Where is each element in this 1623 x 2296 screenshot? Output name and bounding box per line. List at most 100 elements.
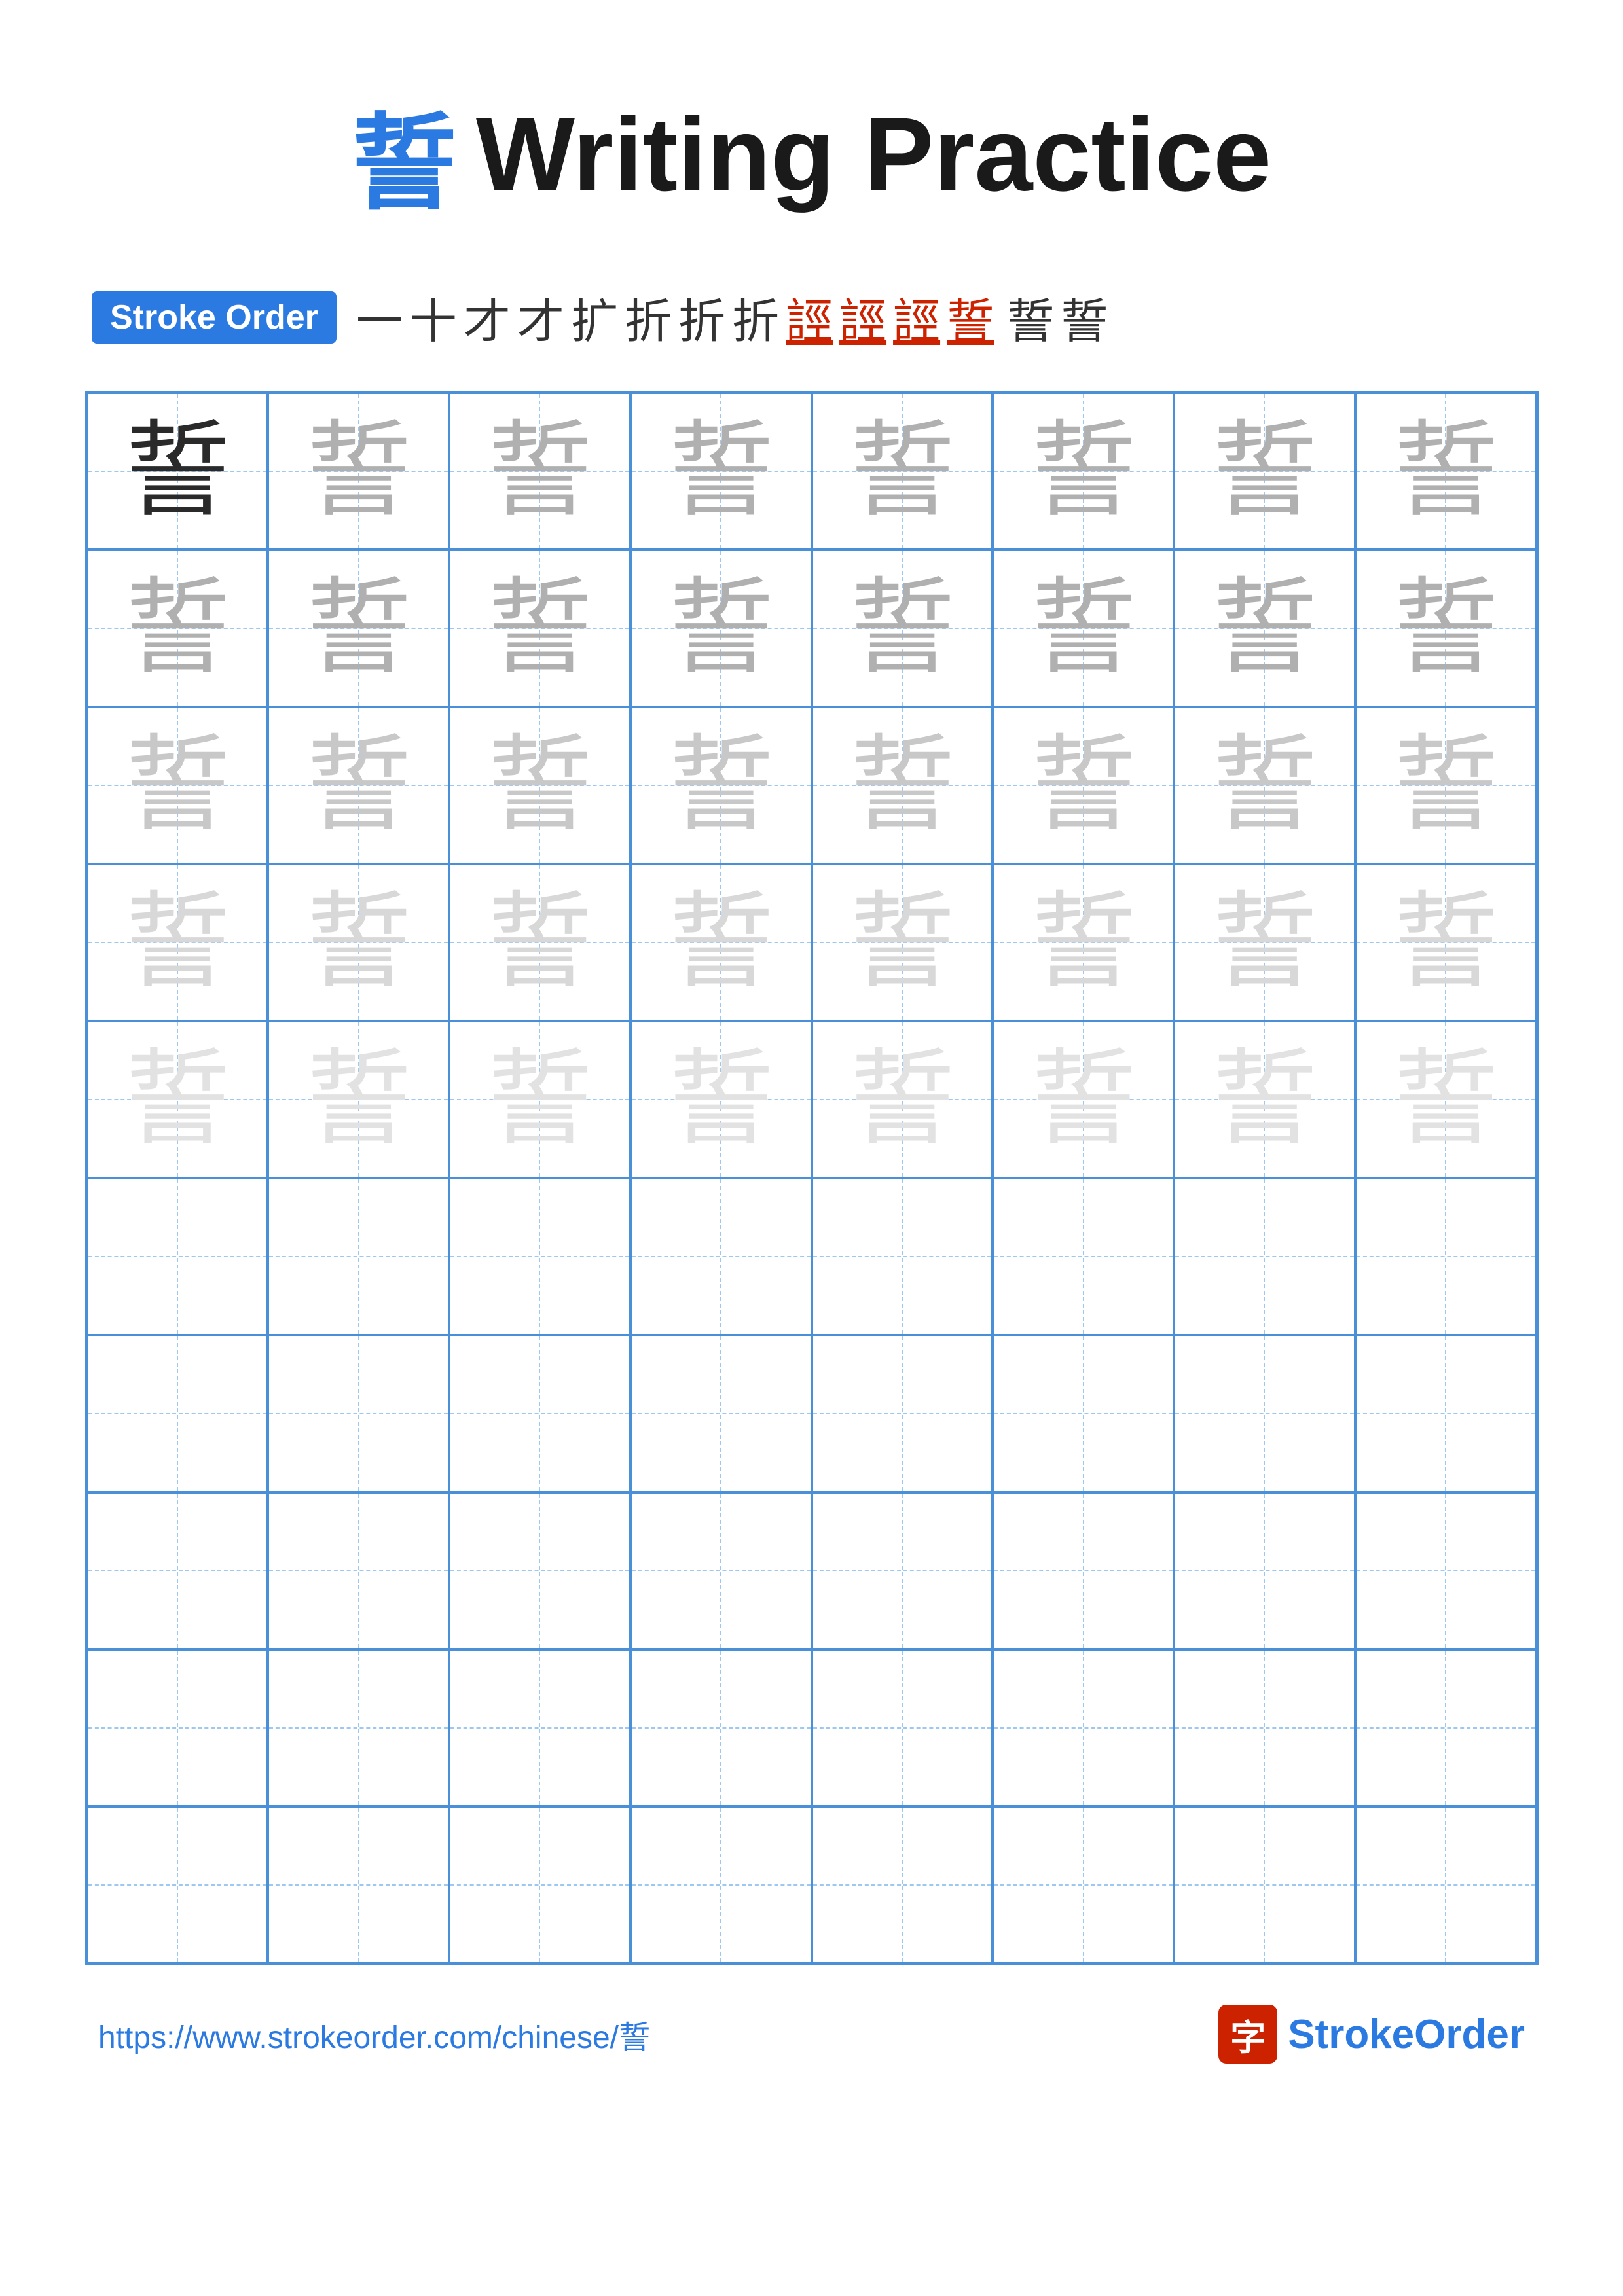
stroke-14: 誓 (1061, 283, 1108, 351)
grid-cell-r5c7: 誓 (1174, 1021, 1355, 1178)
grid-cell-r1c7: 誓 (1174, 393, 1355, 550)
footer-url[interactable]: https://www.strokeorder.com/chinese/誓 (98, 2011, 650, 2057)
char-r4c2: 誓 (306, 890, 411, 995)
grid-cell-r1c6: 誓 (993, 393, 1174, 550)
char-r5c7: 誓 (1212, 1047, 1317, 1152)
char-r3c4: 誓 (668, 733, 773, 838)
stroke-1: 一 (356, 283, 403, 351)
grid-cell-r6c5[interactable] (812, 1178, 993, 1335)
grid-cell-r9c1[interactable] (87, 1649, 268, 1806)
grid-cell-r3c4: 誓 (630, 707, 812, 864)
char-r2c4: 誓 (668, 576, 773, 681)
grid-cell-r8c7[interactable] (1174, 1492, 1355, 1649)
grid-cell-r10c5[interactable] (812, 1806, 993, 1964)
grid-cell-r7c1[interactable] (87, 1335, 268, 1492)
grid-cell-r10c6[interactable] (993, 1806, 1174, 1964)
grid-cell-r10c7[interactable] (1174, 1806, 1355, 1964)
grid-cell-r9c7[interactable] (1174, 1649, 1355, 1806)
char-r3c1: 誓 (125, 733, 230, 838)
grid-cell-r8c8[interactable] (1355, 1492, 1537, 1649)
grid-cell-r7c6[interactable] (993, 1335, 1174, 1492)
char-r4c8: 誓 (1393, 890, 1498, 995)
grid-cell-r3c3: 誓 (449, 707, 630, 864)
char-r2c1: 誓 (125, 576, 230, 681)
char-r5c5: 誓 (850, 1047, 955, 1152)
grid-cell-r8c2[interactable] (268, 1492, 449, 1649)
footer-brand: 字 StrokeOrder (1218, 2005, 1525, 2064)
grid-cell-r9c3[interactable] (449, 1649, 630, 1806)
char-r3c5: 誓 (850, 733, 955, 838)
grid-cell-r2c8: 誓 (1355, 550, 1537, 707)
grid-cell-r7c4[interactable] (630, 1335, 812, 1492)
char-r1c6: 誓 (1031, 419, 1136, 524)
grid-cell-r4c2: 誓 (268, 864, 449, 1021)
grid-cell-r7c3[interactable] (449, 1335, 630, 1492)
grid-cell-r8c6[interactable] (993, 1492, 1174, 1649)
char-r5c4: 誓 (668, 1047, 773, 1152)
grid-cell-r3c5: 誓 (812, 707, 993, 864)
grid-cell-r9c2[interactable] (268, 1649, 449, 1806)
char-r2c7: 誓 (1212, 576, 1317, 681)
char-r4c7: 誓 (1212, 890, 1317, 995)
grid-cell-r9c4[interactable] (630, 1649, 812, 1806)
grid-cell-r2c3: 誓 (449, 550, 630, 707)
grid-cell-r5c1: 誓 (87, 1021, 268, 1178)
grid-cell-r7c2[interactable] (268, 1335, 449, 1492)
char-r4c3: 誓 (487, 890, 592, 995)
stroke-8: 折 (732, 283, 779, 351)
char-r5c6: 誓 (1031, 1047, 1136, 1152)
char-r5c3: 誓 (487, 1047, 592, 1152)
char-r3c6: 誓 (1031, 733, 1136, 838)
grid-cell-r2c6: 誓 (993, 550, 1174, 707)
char-r5c2: 誓 (306, 1047, 411, 1152)
footer-logo: 字 (1218, 2005, 1277, 2064)
grid-cell-r5c3: 誓 (449, 1021, 630, 1178)
char-r1c1: 誓 (125, 419, 230, 524)
grid-cell-r4c7: 誓 (1174, 864, 1355, 1021)
grid-cell-r10c2[interactable] (268, 1806, 449, 1964)
grid-cell-r7c7[interactable] (1174, 1335, 1355, 1492)
grid-cell-r6c8[interactable] (1355, 1178, 1537, 1335)
grid-cell-r8c5[interactable] (812, 1492, 993, 1649)
stroke-order-area: Stroke Order 一 十 才 才 扩 折 折 折 誙 誙 誙 誓 誓 誓 (79, 283, 1544, 351)
stroke-chars-list: 一 十 才 才 扩 折 折 折 誙 誙 誙 誓 誓 誓 (356, 283, 1108, 351)
grid-cell-r6c4[interactable] (630, 1178, 812, 1335)
grid-cell-r3c8: 誓 (1355, 707, 1537, 864)
grid-cell-r7c5[interactable] (812, 1335, 993, 1492)
char-r2c8: 誓 (1393, 576, 1498, 681)
grid-cell-r9c6[interactable] (993, 1649, 1174, 1806)
grid-cell-r10c1[interactable] (87, 1806, 268, 1964)
char-r3c7: 誓 (1212, 733, 1317, 838)
char-r3c3: 誓 (487, 733, 592, 838)
grid-cell-r10c3[interactable] (449, 1806, 630, 1964)
grid-cell-r4c6: 誓 (993, 864, 1174, 1021)
grid-cell-r6c3[interactable] (449, 1178, 630, 1335)
grid-cell-r10c4[interactable] (630, 1806, 812, 1964)
grid-cell-r1c8: 誓 (1355, 393, 1537, 550)
grid-cell-r4c1: 誓 (87, 864, 268, 1021)
char-r5c8: 誓 (1393, 1047, 1498, 1152)
grid-cell-r9c8[interactable] (1355, 1649, 1537, 1806)
grid-cell-r6c1[interactable] (87, 1178, 268, 1335)
footer-brand-name-order: Order (1414, 2012, 1525, 2057)
grid-cell-r8c4[interactable] (630, 1492, 812, 1649)
stroke-6: 折 (625, 283, 672, 351)
grid-cell-r2c1: 誓 (87, 550, 268, 707)
grid-cell-r8c1[interactable] (87, 1492, 268, 1649)
grid-cell-r6c7[interactable] (1174, 1178, 1355, 1335)
grid-cell-r6c2[interactable] (268, 1178, 449, 1335)
grid-cell-r10c8[interactable] (1355, 1806, 1537, 1964)
grid-cell-r6c6[interactable] (993, 1178, 1174, 1335)
grid-cell-r3c7: 誓 (1174, 707, 1355, 864)
grid-cell-r7c8[interactable] (1355, 1335, 1537, 1492)
grid-cell-r8c3[interactable] (449, 1492, 630, 1649)
grid-cell-r9c5[interactable] (812, 1649, 993, 1806)
grid-cell-r1c2: 誓 (268, 393, 449, 550)
stroke-7: 折 (678, 283, 725, 351)
char-r4c6: 誓 (1031, 890, 1136, 995)
stroke-11: 誙 (893, 283, 940, 351)
page: 誓 Writing Practice Stroke Order 一 十 才 才 … (0, 0, 1623, 2296)
grid-cell-r5c5: 誓 (812, 1021, 993, 1178)
footer: https://www.strokeorder.com/chinese/誓 字 … (79, 2005, 1544, 2064)
stroke-4: 才 (517, 283, 564, 351)
